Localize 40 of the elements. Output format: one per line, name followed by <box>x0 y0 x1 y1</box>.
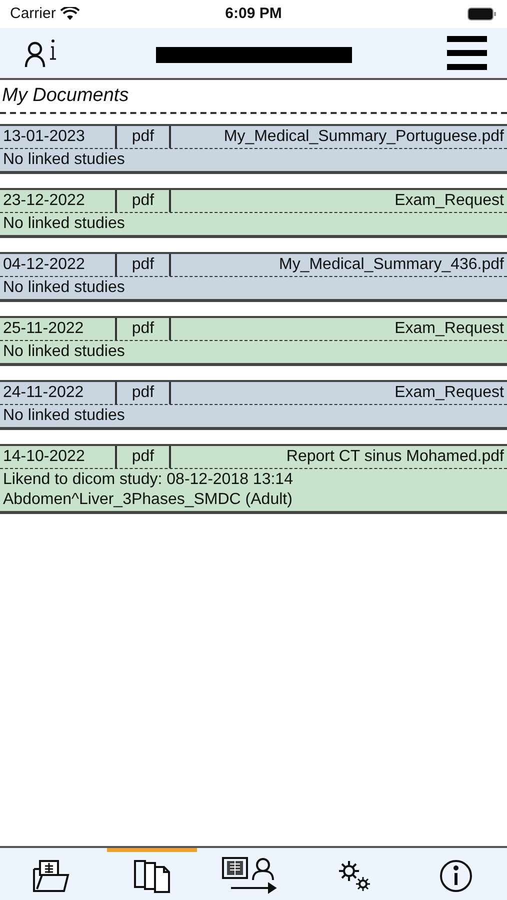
linked-study-text: No linked studies <box>3 342 126 362</box>
linked-study-text: No linked studies <box>3 406 126 426</box>
linked-study-text: No linked studies <box>3 278 126 298</box>
linked-study-text: No linked studies <box>3 214 126 234</box>
menu-button[interactable] <box>447 36 487 70</box>
document-name: Exam_Request <box>394 318 504 338</box>
document-date: 23-12-2022 <box>3 190 85 210</box>
document-type: pdf <box>132 318 154 338</box>
document-type: pdf <box>132 254 154 274</box>
document-date: 04-12-2022 <box>3 254 85 274</box>
linked-study-text: No linked studies <box>3 150 126 170</box>
document-name: Exam_Request <box>394 190 504 210</box>
document-date: 25-11-2022 <box>3 318 84 338</box>
document-name: Report CT sinus Mohamed.pdf <box>286 446 504 466</box>
info-icon <box>439 859 474 893</box>
document-date: 24-11-2022 <box>3 382 84 402</box>
document-name: My_Medical_Summary_Portuguese.pdf <box>224 126 504 146</box>
linked-study-text: Abdomen^Liver_3Phases_SMDC (Adult) <box>3 490 294 510</box>
document-date: 14-10-2022 <box>3 446 85 466</box>
section-title: My Documents <box>2 85 129 106</box>
document-row[interactable]: 25-11-2022 pdf Exam_Request No linked studies <box>0 316 507 366</box>
document-row[interactable]: 23-12-2022 pdf Exam_Request No linked studies <box>0 188 507 238</box>
document-date: 13-01-2023 <box>3 126 85 146</box>
carrier-label: Carrier <box>10 4 56 24</box>
document-type: pdf <box>132 446 154 466</box>
document-row[interactable]: 13-01-2023 pdf My_Medical_Summary_Portuguese.pdf No linked studies <box>0 124 507 174</box>
linked-study-text: Likend to dicom study: 08-12-2018 13:14 <box>3 470 294 490</box>
document-name: Exam_Request <box>394 382 504 402</box>
clock-time: 6:09 PM <box>225 4 282 24</box>
battery-icon <box>466 7 497 21</box>
document-row[interactable]: 14-10-2022 pdf Report CT sinus Mohamed.pdf Likend to dicom study: 08-12-2018 13:14 Abdomen^Liver_3Phases_SMDC (Adult) <box>0 444 507 514</box>
document-name: My_Medical_Summary_436.pdf <box>279 254 504 274</box>
document-row[interactable]: 24-11-2022 pdf Exam_Request No linked studies <box>0 380 507 430</box>
document-type: pdf <box>132 190 154 210</box>
document-type: pdf <box>132 126 154 146</box>
wifi-icon <box>60 7 80 21</box>
folder-icon <box>30 859 71 893</box>
documents-icon <box>132 858 172 894</box>
document-row[interactable]: 04-12-2022 pdf My_Medical_Summary_436.pdf No linked studies <box>0 252 507 302</box>
document-type: pdf <box>132 382 154 402</box>
